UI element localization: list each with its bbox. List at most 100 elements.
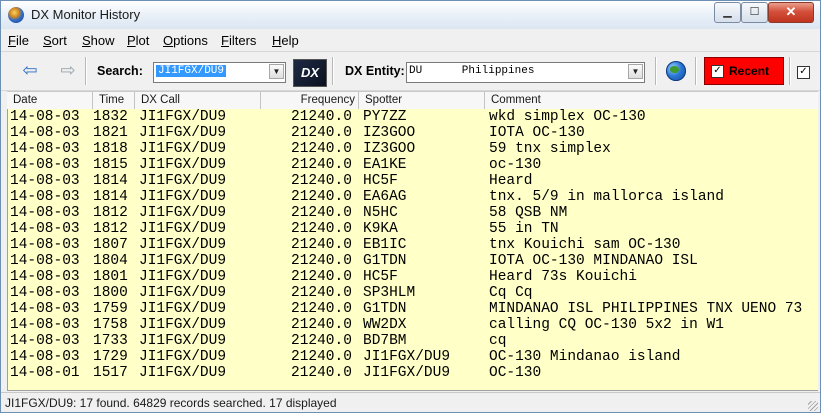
cell-freq: 21240.0 [291,109,352,125]
status-bar: JI1FGX/DU9: 17 found. 64829 records sear… [1,392,820,412]
globe-icon[interactable] [666,61,686,81]
table-row[interactable]: 14-08-03 1815 JI1FGX/DU9 21240.0 EA1KE oc-130 [8,157,818,173]
menu-plot[interactable]: Plot [127,33,149,48]
cell-freq: 21240.0 [291,173,352,189]
forward-arrow-icon[interactable]: ⇨ [54,58,82,84]
search-dropdown-arrow-icon[interactable]: ▼ [269,64,284,79]
cell-time: 1832 [93,109,128,125]
dx-logo-button[interactable]: DX [293,59,327,87]
cell-call: JI1FGX/DU9 [139,365,227,381]
cell-date: 14-08-03 [10,173,80,189]
window-title: DX Monitor History [31,7,141,22]
table-row[interactable]: 14-08-03 1818 JI1FGX/DU9 21240.0 IZ3GOO 59 tn… [8,141,818,157]
cell-time: 1818 [93,141,128,157]
cell-time: 1517 [93,365,128,381]
table-row[interactable]: 14-08-03 1814 JI1FGX/DU9 21240.0 EA6AG tnx. 5… [8,189,818,205]
cell-spotter: JI1FGX/DU9 [363,349,451,365]
cell-date: 14-08-03 [10,189,80,205]
toolbar-separator [332,57,334,85]
menu-sort[interactable]: Sort [43,33,67,48]
cell-call: JI1FGX/DU9 [139,269,227,285]
table-row[interactable]: 14-08-03 1804 JI1FGX/DU9 21240.0 G1TDN IOTA O… [8,253,818,269]
cell-call: JI1FGX/DU9 [139,301,227,317]
recent-label: Recent [729,64,770,78]
cell-date: 14-08-03 [10,301,80,317]
table-row[interactable]: 14-08-03 1729 JI1FGX/DU9 21240.0 JI1FGX/DU9 O… [8,349,818,365]
extra-checkbox[interactable]: ✓ [797,66,810,79]
menu-help[interactable]: Help [272,33,299,48]
entity-dropdown-arrow-icon[interactable]: ▼ [628,64,643,79]
spot-list[interactable]: 14-08-03 1832 JI1FGX/DU9 21240.0 PY7ZZ wkd si… [7,109,818,391]
table-row[interactable]: 14-08-03 1807 JI1FGX/DU9 21240.0 EB1IC tnx Ko… [8,237,818,253]
cell-time: 1812 [93,221,128,237]
menu-filters[interactable]: Filters [221,33,256,48]
cell-spotter: HC5F [363,269,398,285]
cell-comment: cq [489,333,507,349]
table-row[interactable]: 14-08-03 1814 JI1FGX/DU9 21240.0 HC5F Heard [8,173,818,189]
dx-entity-combobox[interactable]: DU Philippines ▼ [406,62,645,83]
table-row[interactable]: 14-08-03 1812 JI1FGX/DU9 21240.0 K9KA 55 in T… [8,221,818,237]
table-row[interactable]: 14-08-03 1832 JI1FGX/DU9 21240.0 PY7ZZ wkd si… [8,109,818,125]
column-date[interactable]: Date [7,92,93,109]
cell-freq: 21240.0 [291,253,352,269]
cell-freq: 21240.0 [291,189,352,205]
cell-spotter: SP3HLM [363,285,416,301]
cell-call: JI1FGX/DU9 [139,221,227,237]
table-row[interactable]: 14-08-01 1517 JI1FGX/DU9 21240.0 JI1FGX/DU9 O… [8,365,818,381]
cell-time: 1800 [93,285,128,301]
cell-time: 1801 [93,269,128,285]
column-comment[interactable]: Comment [485,92,818,109]
cell-spotter: N5HC [363,205,398,221]
cell-comment: Cq Cq [489,285,533,301]
menu-bar: File Sort Show Plot Options Filters Help [1,30,820,50]
table-row[interactable]: 14-08-03 1812 JI1FGX/DU9 21240.0 N5HC 58 QSB … [8,205,818,221]
cell-freq: 21240.0 [291,157,352,173]
cell-freq: 21240.0 [291,221,352,237]
cell-spotter: EA6AG [363,189,407,205]
cell-comment: IOTA OC-130 MINDANAO ISL [489,253,698,269]
cell-call: JI1FGX/DU9 [139,125,227,141]
table-row[interactable]: 14-08-03 1800 JI1FGX/DU9 21240.0 SP3HLM Cq Cq [8,285,818,301]
menu-show[interactable]: Show [82,33,115,48]
back-arrow-icon[interactable]: ⇦ [16,58,44,84]
maximize-button[interactable]: ☐ [741,2,768,23]
menu-options[interactable]: Options [163,33,208,48]
minimize-button[interactable]: ▁ [714,2,741,23]
cell-spotter: BD7BM [363,333,407,349]
table-row[interactable]: 14-08-03 1758 JI1FGX/DU9 21240.0 WW2DX callin… [8,317,818,333]
menu-file[interactable]: File [8,33,29,48]
cell-comment: OC-130 [489,365,542,381]
title-bar[interactable]: DX Monitor History ▁ ☐ ✕ [1,1,820,29]
cell-freq: 21240.0 [291,301,352,317]
cell-freq: 21240.0 [291,317,352,333]
table-row[interactable]: 14-08-03 1801 JI1FGX/DU9 21240.0 HC5F Heard 7… [8,269,818,285]
cell-freq: 21240.0 [291,365,352,381]
recent-toggle-button[interactable]: ✓ Recent [704,57,784,85]
status-text: JI1FGX/DU9: 17 found. 64829 records sear… [5,396,337,410]
cell-freq: 21240.0 [291,125,352,141]
cell-date: 14-08-03 [10,205,80,221]
cell-call: JI1FGX/DU9 [139,237,227,253]
search-input[interactable]: JI1FGX/DU9 [156,65,227,77]
cell-call: JI1FGX/DU9 [139,205,227,221]
cell-call: JI1FGX/DU9 [139,333,227,349]
column-time[interactable]: Time [93,92,135,109]
column-spotter[interactable]: Spotter [359,92,485,109]
table-row[interactable]: 14-08-03 1759 JI1FGX/DU9 21240.0 G1TDN MINDAN… [8,301,818,317]
table-row[interactable]: 14-08-03 1733 JI1FGX/DU9 21240.0 BD7BM cq [8,333,818,349]
search-combobox[interactable]: JI1FGX/DU9 ▼ [153,62,286,83]
column-dx-call[interactable]: DX Call [135,92,261,109]
cell-time: 1812 [93,205,128,221]
close-button[interactable]: ✕ [768,2,814,23]
cell-call: JI1FGX/DU9 [139,349,227,365]
recent-checkbox[interactable]: ✓ [711,65,724,78]
resize-grip-icon[interactable] [808,401,818,411]
app-globe-icon [8,7,24,23]
cell-call: JI1FGX/DU9 [139,253,227,269]
column-frequency[interactable]: Frequency [261,92,359,109]
cell-call: JI1FGX/DU9 [139,285,227,301]
cell-call: JI1FGX/DU9 [139,317,227,333]
table-row[interactable]: 14-08-03 1821 JI1FGX/DU9 21240.0 IZ3GOO IOTA … [8,125,818,141]
cell-spotter: G1TDN [363,301,407,317]
cell-date: 14-08-03 [10,125,80,141]
